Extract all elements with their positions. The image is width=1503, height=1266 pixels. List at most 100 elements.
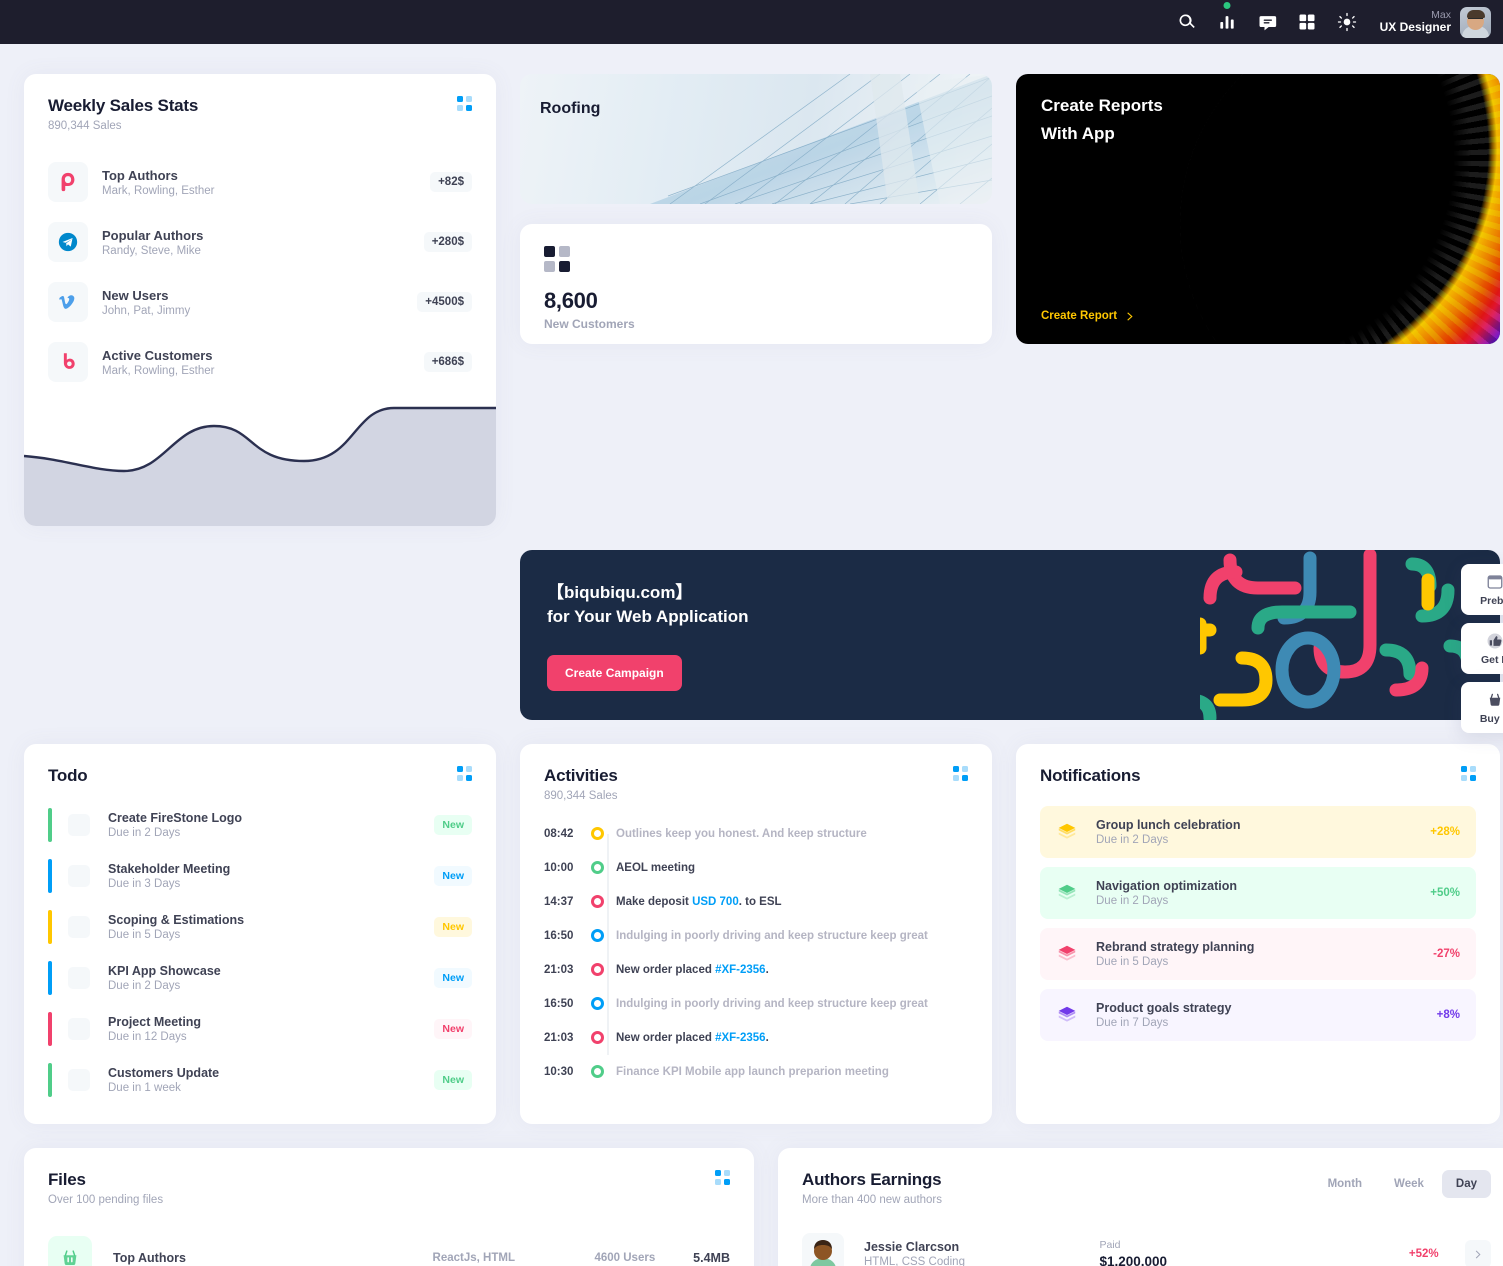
todo-due: Due in 3 Days <box>108 878 181 890</box>
notifications-list: Group lunch celebration Due in 2 Days +28%… <box>1016 786 1500 1041</box>
tab-week[interactable]: Week <box>1380 1170 1438 1198</box>
header-icon-group <box>1176 2 1358 33</box>
paid-label: Paid <box>1099 1239 1121 1251</box>
list-item-value: +82$ <box>430 172 472 192</box>
list-item[interactable]: Active Customers Mark, Rowling, Esther +6… <box>48 342 472 382</box>
timeline-bullet-icon <box>591 861 604 874</box>
todo-card: Todo Create FireStone Logo Due in 2 Days N… <box>24 744 496 1124</box>
card-menu-grid-icon[interactable] <box>457 96 472 111</box>
list-item-people: Mark, Rowling, Esther <box>102 184 215 197</box>
activity-time: 08:42 <box>544 827 574 840</box>
side-panel-item-prebu[interactable]: Prebu <box>1461 564 1503 615</box>
card-menu-grid-icon[interactable] <box>715 1170 730 1185</box>
list-item[interactable]: Customers Update Due in 1 week New <box>48 1063 472 1097</box>
todo-name: Scoping & Estimations <box>108 913 245 927</box>
list-item[interactable]: New Users John, Pat, Jimmy +4500$ <box>48 282 472 322</box>
notification-text: Rebrand strategy planning Due in 5 Days <box>1096 940 1433 968</box>
list-item[interactable]: 10:00 AEOL meeting <box>544 856 968 879</box>
activity-content: Outlines keep you honest. And keep struc… <box>616 828 867 840</box>
planet-mask <box>1180 74 1500 344</box>
roofing-card[interactable]: Roofing <box>520 74 992 204</box>
activity-content: New order placed #XF-2356. <box>616 963 769 976</box>
tab-day[interactable]: Day <box>1441 1170 1491 1198</box>
list-item[interactable]: 10:30 Finance KPI Mobile app launch prepa… <box>544 1060 968 1083</box>
activity-link[interactable]: USD 700 <box>692 896 739 908</box>
todo-due: Due in 2 Days <box>108 980 181 992</box>
avatar[interactable] <box>1460 6 1491 38</box>
file-name: Top Authors <box>113 1251 186 1265</box>
list-item[interactable]: Top Authors Mark, Rowling, Esther +82$ <box>48 162 472 202</box>
activity-link[interactable]: #XF-2356 <box>715 964 766 976</box>
side-panel-item-get h[interactable]: Get H <box>1461 623 1503 674</box>
activity-time: 21:03 <box>544 963 574 976</box>
list-item[interactable]: Create FireStone Logo Due in 2 Days New <box>48 808 472 842</box>
campaign-line-2: for Your Web Application <box>547 607 749 626</box>
status-badge: New <box>434 815 472 835</box>
list-item[interactable]: 14:37 Make deposit USD 700. to ESL <box>544 890 968 913</box>
card-header: Notifications <box>1016 744 1500 786</box>
todo-title: Todo <box>48 766 88 785</box>
card-header: Weekly Sales Stats 890,344 Sales <box>24 74 496 132</box>
list-item-people: Mark, Rowling, Esther <box>102 364 215 377</box>
create-reports-card[interactable]: Create Reports With App Create Report <box>1016 74 1500 344</box>
basket-icon <box>48 1236 92 1266</box>
list-item[interactable]: Project Meeting Due in 12 Days New <box>48 1012 472 1046</box>
list-item[interactable]: Product goals strategy Due in 7 Days +8% <box>1040 989 1476 1041</box>
todo-checkbox[interactable] <box>68 1018 90 1040</box>
list-item[interactable]: Popular Authors Randy, Steve, Mike +280$ <box>48 222 472 262</box>
timeline-bullet-icon <box>591 963 604 976</box>
list-item[interactable]: 21:03 New order placed #XF-2356. <box>544 958 968 981</box>
activity-link[interactable]: #XF-2356 <box>715 1032 766 1044</box>
card-menu-grid-icon[interactable] <box>953 766 968 781</box>
list-item[interactable]: Rebrand strategy planning Due in 5 Days -2… <box>1040 928 1476 980</box>
activity-content: AEOL meeting <box>616 862 695 874</box>
activity-text: New order placed <box>616 963 716 976</box>
files-subtitle: Over 100 pending files <box>48 1194 164 1206</box>
create-campaign-button[interactable]: Create Campaign <box>547 655 682 691</box>
list-item[interactable]: 08:42 Outlines keep you honest. And keep … <box>544 822 968 845</box>
tab-month[interactable]: Month <box>1314 1170 1376 1198</box>
todo-name: Stakeholder Meeting <box>108 862 231 876</box>
list-item[interactable]: Stakeholder Meeting Due in 3 Days New <box>48 859 472 893</box>
theme-sun-icon[interactable] <box>1336 11 1358 33</box>
list-item[interactable]: Scoping & Estimations Due in 5 Days New <box>48 910 472 944</box>
todo-name: Create FireStone Logo <box>108 811 243 825</box>
list-item[interactable]: Navigation optimization Due in 2 Days +50% <box>1040 867 1476 919</box>
apps-grid-icon[interactable] <box>1296 11 1318 33</box>
todo-checkbox[interactable] <box>68 916 90 938</box>
author-name: Jessie Clarcson <box>864 1240 960 1254</box>
side-panel-item-buy n[interactable]: Buy N <box>1461 682 1503 733</box>
list-item[interactable]: 16:50 Indulging in poorly driving and kee… <box>544 992 968 1015</box>
timeline-bullet-icon <box>591 895 604 908</box>
todo-checkbox[interactable] <box>68 967 90 989</box>
row-details-button[interactable] <box>1464 1240 1491 1266</box>
table-row[interactable]: Jessie Clarcson HTML, CSS Coding Paid $1,20… <box>802 1224 1491 1266</box>
list-item[interactable]: Group lunch celebration Due in 2 Days +28% <box>1040 806 1476 858</box>
activity-text: Indulging in poorly driving and keep str… <box>616 929 928 942</box>
user-profile[interactable]: Max UX Designer <box>1380 6 1491 38</box>
create-report-link[interactable]: Create Report <box>1041 310 1135 322</box>
list-item[interactable]: 21:03 New order placed #XF-2356. <box>544 1026 968 1049</box>
card-menu-grid-icon[interactable] <box>457 766 472 781</box>
todo-checkbox[interactable] <box>68 814 90 836</box>
table-row[interactable]: Top Authors ReactJs, HTML 4600 Users 5.4MB <box>48 1230 730 1266</box>
bar-chart-icon[interactable] <box>1216 2 1238 33</box>
todo-checkbox[interactable] <box>68 1069 90 1091</box>
list-item[interactable]: KPI App Showcase Due in 2 Days New <box>48 961 472 995</box>
priority-bar <box>48 808 52 842</box>
notification-percent: +50% <box>1430 887 1460 899</box>
card-menu-grid-icon[interactable] <box>1461 766 1476 781</box>
authors-earnings-card: Authors Earnings More than 400 new autho… <box>778 1148 1503 1266</box>
status-badge: New <box>434 1070 472 1090</box>
search-icon[interactable] <box>1176 11 1198 33</box>
activity-time: 14:37 <box>544 895 574 908</box>
chat-icon[interactable] <box>1256 11 1278 33</box>
activity-content: Indulging in poorly driving and keep str… <box>616 930 928 942</box>
notification-name: Rebrand strategy planning <box>1096 940 1255 954</box>
activity-text: Outlines keep you honest. And keep struc… <box>616 827 867 840</box>
todo-checkbox[interactable] <box>68 865 90 887</box>
priority-bar <box>48 1063 52 1097</box>
card-header: Activities 890,344 Sales <box>520 744 992 802</box>
user-text: Max UX Designer <box>1380 9 1451 35</box>
list-item[interactable]: 16:50 Indulging in poorly driving and kee… <box>544 924 968 947</box>
